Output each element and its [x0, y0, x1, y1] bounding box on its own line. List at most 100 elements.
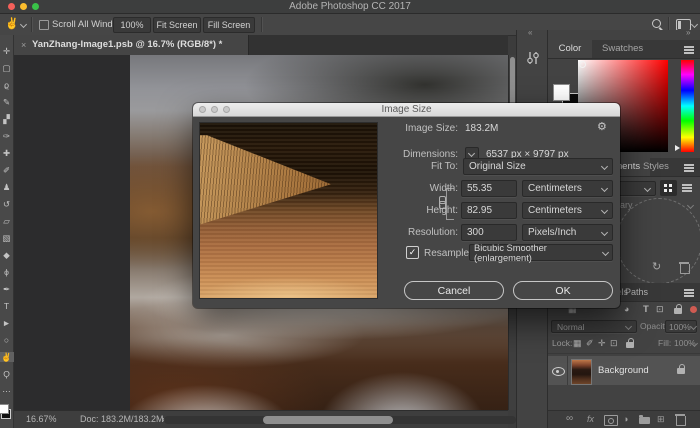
app-title: Adobe Photoshop CC 2017 — [0, 0, 700, 13]
type-tool-icon[interactable]: T — [0, 301, 14, 311]
link-layers-icon[interactable]: ∞ — [566, 413, 573, 424]
hand-tool-icon[interactable]: ✌ — [0, 352, 14, 362]
blend-mode-dropdown[interactable]: Normal — [551, 320, 637, 333]
lock-all-icon[interactable] — [626, 342, 634, 348]
fill-screen-button[interactable]: Fill Screen — [203, 17, 255, 33]
layer-style-fx-icon[interactable]: fx — [587, 414, 594, 424]
horizontal-scrollbar-thumb[interactable] — [263, 416, 393, 424]
layer-thumbnail[interactable] — [571, 359, 592, 385]
doc-size-info[interactable]: Doc: 183.2M/183.2M — [80, 411, 164, 428]
resample-checkbox[interactable]: ✓ — [406, 246, 419, 259]
resolution-input[interactable]: 300 — [461, 224, 517, 241]
tab-swatches[interactable]: Swatches — [602, 40, 643, 58]
close-tab-icon[interactable]: × — [21, 35, 26, 55]
edit-toolbar-icon[interactable]: ⋯ — [0, 386, 14, 396]
opacity-dropdown[interactable]: 100% — [665, 320, 697, 333]
clone-stamp-tool-icon[interactable]: ♟ — [0, 182, 14, 192]
titlebar: Adobe Photoshop CC 2017 — [0, 0, 700, 14]
tool-preset-chevron-icon[interactable] — [20, 21, 27, 28]
panel-menu-icon[interactable] — [684, 46, 694, 48]
crop-tool-icon[interactable]: ▞ — [0, 114, 14, 124]
library-chevron-icon[interactable] — [687, 202, 694, 209]
library-sync-icon[interactable]: ↻ — [652, 260, 661, 273]
new-layer-icon[interactable]: ⊞ — [657, 414, 665, 425]
resample-label: Resample: — [424, 248, 472, 259]
horizontal-scrollbar[interactable] — [164, 416, 516, 424]
pen-tool-icon[interactable]: ✒ — [0, 284, 14, 294]
lock-position-icon[interactable]: ✛ — [598, 338, 606, 349]
delete-library-item-icon[interactable] — [680, 264, 690, 274]
lock-row: Lock: ▦ ✐ ✛ ⊡ Fill: 100% — [548, 335, 700, 354]
dialog-gear-icon[interactable]: ⚙ — [597, 120, 607, 133]
width-unit-dropdown[interactable]: Centimeters — [522, 180, 613, 197]
path-selection-tool-icon[interactable]: ► — [0, 318, 14, 328]
lock-transparency-icon[interactable]: ▦ — [573, 338, 582, 349]
tab-styles[interactable]: Styles — [643, 158, 669, 176]
search-icon[interactable] — [652, 19, 661, 28]
blur-tool-icon[interactable]: ◆ — [0, 250, 14, 260]
panel-menu-icon[interactable] — [684, 164, 694, 166]
fit-screen-button[interactable]: Fit Screen — [153, 17, 201, 33]
filter-shape-icon[interactable]: ⊡ — [656, 304, 664, 315]
filter-adjustment-icon[interactable]: ◕ — [624, 304, 629, 314]
zoom-tool-icon[interactable]: Ϙ — [0, 369, 14, 379]
ok-button[interactable]: OK — [513, 281, 613, 300]
grid-view-button[interactable] — [660, 180, 677, 196]
lock-paint-icon[interactable]: ✐ — [586, 338, 594, 349]
filter-smart-object-icon[interactable] — [674, 308, 682, 314]
marquee-tool-icon[interactable]: ▢ — [0, 63, 14, 73]
height-input[interactable]: 82.95 — [461, 202, 517, 219]
properties-panel-icon[interactable] — [525, 50, 541, 66]
move-tool-icon[interactable]: ✛ — [0, 46, 14, 56]
height-label: Height: — [343, 205, 458, 216]
workspace-chevron-icon[interactable] — [691, 21, 698, 28]
tab-paths[interactable]: Paths — [625, 283, 648, 301]
layer-visibility-eye-icon[interactable] — [552, 367, 565, 376]
tab-color[interactable]: Color — [548, 40, 592, 58]
healing-brush-tool-icon[interactable]: ✚ — [0, 148, 14, 158]
lock-artboard-icon[interactable]: ⊡ — [610, 338, 618, 349]
color-field-marker[interactable] — [579, 61, 586, 68]
resolution-unit-dropdown[interactable]: Pixels/Inch — [522, 224, 613, 241]
eraser-tool-icon[interactable]: ▱ — [0, 216, 14, 226]
gradient-tool-icon[interactable]: ▧ — [0, 233, 14, 243]
hue-strip[interactable] — [681, 60, 694, 152]
layer-row-background[interactable]: Background — [548, 356, 700, 385]
quick-selection-tool-icon[interactable]: ✎ — [0, 97, 14, 107]
filter-type-icon[interactable]: T — [643, 304, 649, 315]
dialog-titlebar[interactable]: Image Size — [193, 103, 620, 117]
lasso-tool-icon[interactable]: ϱ — [0, 80, 14, 90]
fit-to-dropdown[interactable]: Original Size — [463, 158, 613, 175]
layer-name[interactable]: Background — [598, 356, 649, 385]
height-unit-dropdown[interactable]: Centimeters — [522, 202, 613, 219]
brush-tool-icon[interactable]: ✐ — [0, 165, 14, 175]
list-view-button[interactable] — [679, 180, 696, 196]
shape-tool-icon[interactable]: ○ — [0, 335, 14, 345]
add-mask-icon[interactable] — [604, 415, 618, 426]
panel-menu-icon[interactable] — [684, 289, 694, 291]
scroll-all-windows-checkbox[interactable] — [39, 20, 49, 30]
new-adjustment-layer-icon[interactable]: ◑ — [623, 414, 628, 424]
dialog-title: Image Size — [193, 103, 620, 116]
delete-layer-icon[interactable] — [676, 416, 686, 426]
eyedropper-tool-icon[interactable]: ✑ — [0, 131, 14, 141]
hue-strip-marker[interactable] — [675, 145, 680, 151]
new-group-icon[interactable] — [639, 417, 650, 424]
dodge-tool-icon[interactable]: ϕ — [0, 267, 14, 277]
foreground-color-swatch-mini[interactable] — [0, 404, 9, 414]
collapse-dock-icon[interactable]: » — [686, 28, 690, 37]
status-bar: 16.67% Doc: 183.2M/183.2M › — [14, 410, 508, 428]
zoom-level-field[interactable]: 16.67% — [26, 411, 57, 428]
history-brush-tool-icon[interactable]: ↺ — [0, 199, 14, 209]
image-size-dialog: Image Size Image Size: 183.2M ⚙ Dimensio… — [193, 103, 620, 308]
zoom-100-button[interactable]: 100% — [113, 17, 151, 33]
image-size-value: 183.2M — [465, 123, 498, 134]
cancel-button[interactable]: Cancel — [404, 281, 504, 300]
resample-dropdown[interactable]: Bicubic Smoother (enlargement) — [469, 244, 613, 261]
width-input[interactable]: 55.35 — [461, 180, 517, 197]
foreground-color-swatch[interactable] — [553, 84, 570, 101]
filter-switch-icon[interactable] — [690, 306, 697, 313]
document-tab[interactable]: × YanZhang-Image1.psb @ 16.7% (RGB/8*) * — [14, 35, 249, 55]
expand-dock-icon[interactable]: « — [528, 28, 532, 37]
document-tab-title: YanZhang-Image1.psb @ 16.7% (RGB/8*) * — [32, 35, 222, 55]
